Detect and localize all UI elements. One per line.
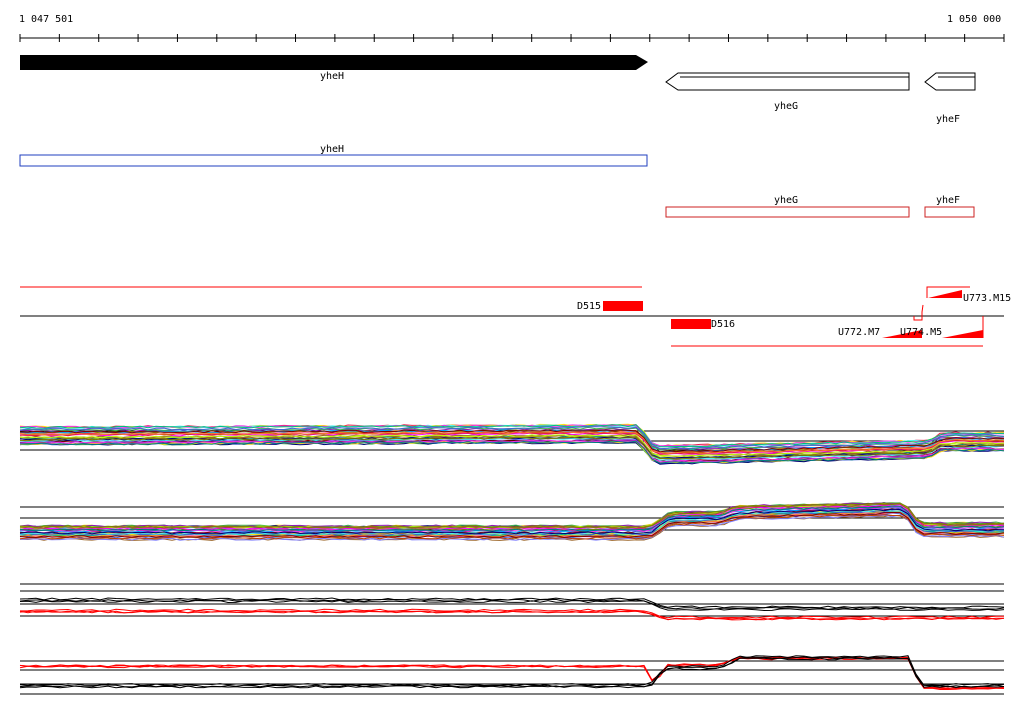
segment-label-U772: U772.M7 <box>838 327 881 338</box>
profile-line <box>19 657 1005 689</box>
segment-notch <box>913 304 924 321</box>
gene-label-yheF: yheF <box>936 114 961 125</box>
profile-line <box>19 655 1005 687</box>
annotation-box-yheH[interactable] <box>19 154 648 167</box>
annotation-track <box>19 154 975 218</box>
profile-panel-3 <box>19 583 1005 621</box>
segment-label-U773: U773.M15 <box>963 293 1012 304</box>
gene-arrow-yheF[interactable] <box>924 72 976 91</box>
profile-line <box>19 608 1005 619</box>
gene-label-yheG: yheG <box>774 101 799 112</box>
gene-label-yheH: yheH <box>320 71 345 82</box>
profile-panel-4 <box>19 655 1005 695</box>
annotation-box-yheG[interactable] <box>665 206 910 218</box>
annotation-label-yheF: yheF <box>936 195 961 206</box>
gene-track <box>20 55 976 91</box>
profile-panel-1 <box>19 423 1005 465</box>
gene-arrow-yheG[interactable] <box>665 72 910 91</box>
profile-line <box>19 599 1005 612</box>
segment-bar-D515[interactable] <box>603 301 643 311</box>
profile-panel-2 <box>19 502 1005 541</box>
gene-arrow-yheH[interactable] <box>20 55 648 70</box>
segment-label-D515: D515 <box>577 301 602 312</box>
annotation-label-yheH: yheH <box>320 144 345 155</box>
ruler-axis <box>19 34 1005 42</box>
segment-wedge-U774[interactable] <box>942 330 983 338</box>
annotation-box-yheF[interactable] <box>924 206 975 218</box>
genome-browser-canvas <box>19 34 1005 695</box>
segment-bar-D516[interactable] <box>671 319 711 329</box>
segment-wedge-U773[interactable] <box>928 290 962 298</box>
segment-label-D516: D516 <box>711 319 736 330</box>
annotation-label-yheG: yheG <box>774 195 799 206</box>
profile-line <box>19 597 1005 609</box>
segment-label-U774: U774.M5 <box>900 327 943 338</box>
